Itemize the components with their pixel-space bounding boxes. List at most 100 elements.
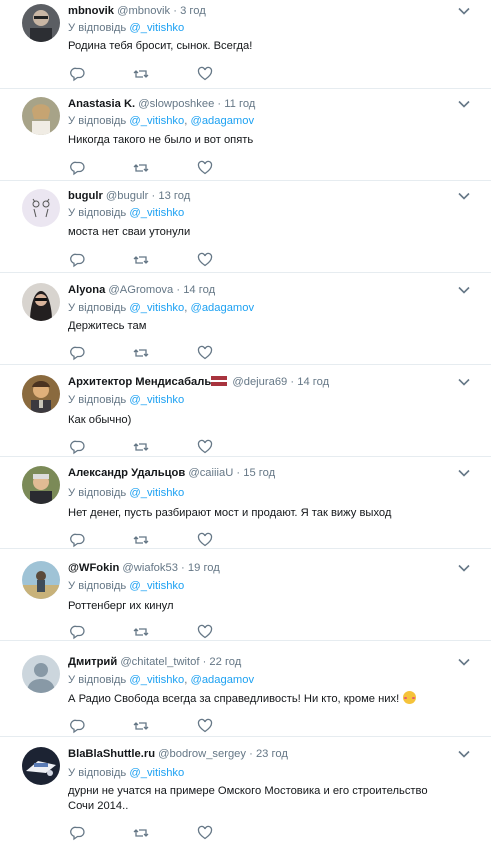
mention-link[interactable]: @adagamov [190,674,254,686]
reply-icon[interactable] [70,439,86,455]
author-handle[interactable]: @wiafok53 [122,562,178,574]
timestamp[interactable]: 3 год [180,5,206,17]
author-handle[interactable]: @slowposhkee [138,98,214,110]
author-handle[interactable]: @chitatel_twitof [120,656,199,668]
author-name[interactable]: mbnovik [68,5,114,17]
mention-link[interactable]: @_vitishko [129,22,184,34]
tweet-actions [68,160,228,176]
tweet[interactable]: Anastasia K. @slowposhkee · 11 год У від… [0,89,491,181]
chevron-down-icon[interactable] [457,747,471,761]
mention-link[interactable]: @_vitishko [129,394,184,406]
heart-icon[interactable] [197,252,213,268]
author-handle[interactable]: @AGromova [108,284,173,296]
reply-icon[interactable] [70,532,86,548]
reply-icon[interactable] [70,825,86,841]
heart-icon[interactable] [197,66,213,82]
mention-link[interactable]: @_vitishko [129,115,184,127]
timestamp[interactable]: 22 год [209,656,241,668]
chevron-down-icon[interactable] [457,561,471,575]
tweet[interactable]: @WFokin @wiafok53 · 19 год У відповідь @… [0,549,491,641]
retweet-icon[interactable] [133,345,149,361]
mention-link[interactable]: @adagamov [190,302,254,314]
timestamp[interactable]: 19 год [188,562,220,574]
timestamp[interactable]: 23 год [256,748,288,760]
avatar[interactable] [22,4,60,42]
reply-prefix: У відповідь [68,674,127,686]
reply-context: У відповідь @_vitishko, @adagamov [68,115,255,127]
tweet[interactable]: Alyona @AGromova · 14 год У відповідь @_… [0,273,491,365]
author-name[interactable]: @WFokin [68,562,119,574]
mention-link[interactable]: @_vitishko [129,207,184,219]
chevron-down-icon[interactable] [457,4,471,18]
heart-icon[interactable] [197,160,213,176]
retweet-icon[interactable] [133,532,149,548]
reply-icon[interactable] [70,624,86,640]
heart-icon[interactable] [197,439,213,455]
tweet[interactable]: Архитектор Мендисабаль @dejura69 · 14 го… [0,365,491,457]
heart-icon[interactable] [197,718,213,734]
avatar[interactable] [22,747,60,785]
tweet[interactable]: bugulr @bugulr · 13 год У відповідь @_vi… [0,181,491,273]
mention-link[interactable]: @_vitishko [129,580,184,592]
author-name[interactable]: Anastasia K. [68,98,135,110]
tweet-header: @WFokin @wiafok53 · 19 год [68,561,451,575]
chevron-down-icon[interactable] [457,466,471,480]
mention-link[interactable]: @_vitishko [129,487,184,499]
chevron-down-icon[interactable] [457,189,471,203]
mention-link[interactable]: @_vitishko [129,674,184,686]
tweet[interactable]: Александр Удальцов @caiiiaU · 15 год У в… [0,457,491,549]
avatar[interactable] [22,466,60,504]
chevron-down-icon[interactable] [457,283,471,297]
chevron-down-icon[interactable] [457,375,471,389]
avatar[interactable] [22,97,60,135]
reply-icon[interactable] [70,252,86,268]
reply-icon[interactable] [70,66,86,82]
retweet-icon[interactable] [133,160,149,176]
author-handle[interactable]: @bodrow_sergey [158,748,246,760]
author-handle[interactable]: @mbnovik [117,5,170,17]
tweet[interactable]: Дмитрий @chitatel_twitof · 22 год У відп… [0,641,491,737]
heart-icon[interactable] [197,345,213,361]
author-name[interactable]: BlaBlaShuttle.ru [68,748,155,760]
author-handle[interactable]: @bugulr [106,190,148,202]
author-name[interactable]: Дмитрий [68,656,117,668]
reply-icon[interactable] [70,718,86,734]
heart-icon[interactable] [197,624,213,640]
timestamp[interactable]: 13 год [158,190,190,202]
heart-icon[interactable] [197,532,213,548]
retweet-icon[interactable] [133,252,149,268]
timestamp[interactable]: 14 год [297,376,329,388]
reply-context: У відповідь @_vitishko, @adagamov [68,674,255,686]
author-handle[interactable]: @dejura69 [232,376,287,388]
avatar[interactable] [22,283,60,321]
retweet-icon[interactable] [133,624,149,640]
timestamp[interactable]: 15 год [243,467,275,479]
reply-icon[interactable] [70,160,86,176]
retweet-icon[interactable] [133,439,149,455]
avatar[interactable] [22,375,60,413]
heart-icon[interactable] [197,825,213,841]
avatar[interactable] [22,189,60,227]
author-name[interactable]: bugulr [68,190,103,202]
author-name[interactable]: Архитектор Мендисабаль [68,376,211,388]
reply-icon[interactable] [70,345,86,361]
tweet-text: моста нет сваи утонули [68,226,191,238]
chevron-down-icon[interactable] [457,97,471,111]
retweet-icon[interactable] [133,66,149,82]
mention-link[interactable]: @_vitishko [129,302,184,314]
mention-link[interactable]: @_vitishko [129,767,184,779]
timestamp[interactable]: 14 год [183,284,215,296]
timestamp[interactable]: 11 год [224,98,255,110]
tweet[interactable]: BlaBlaShuttle.ru @bodrow_sergey · 23 год… [0,737,491,841]
author-name[interactable]: Александр Удальцов [68,467,185,479]
author-name[interactable]: Alyona [68,284,105,296]
retweet-icon[interactable] [133,718,149,734]
tweet-text: Никогда такого не было и вот опять [68,134,254,146]
avatar[interactable] [22,561,60,599]
retweet-icon[interactable] [133,825,149,841]
mention-link[interactable]: @adagamov [190,115,254,127]
tweet[interactable]: mbnovik @mbnovik · 3 год У відповідь @_v… [0,0,491,89]
author-handle[interactable]: @caiiiaU [188,467,233,479]
chevron-down-icon[interactable] [457,655,471,669]
avatar[interactable] [22,655,60,693]
